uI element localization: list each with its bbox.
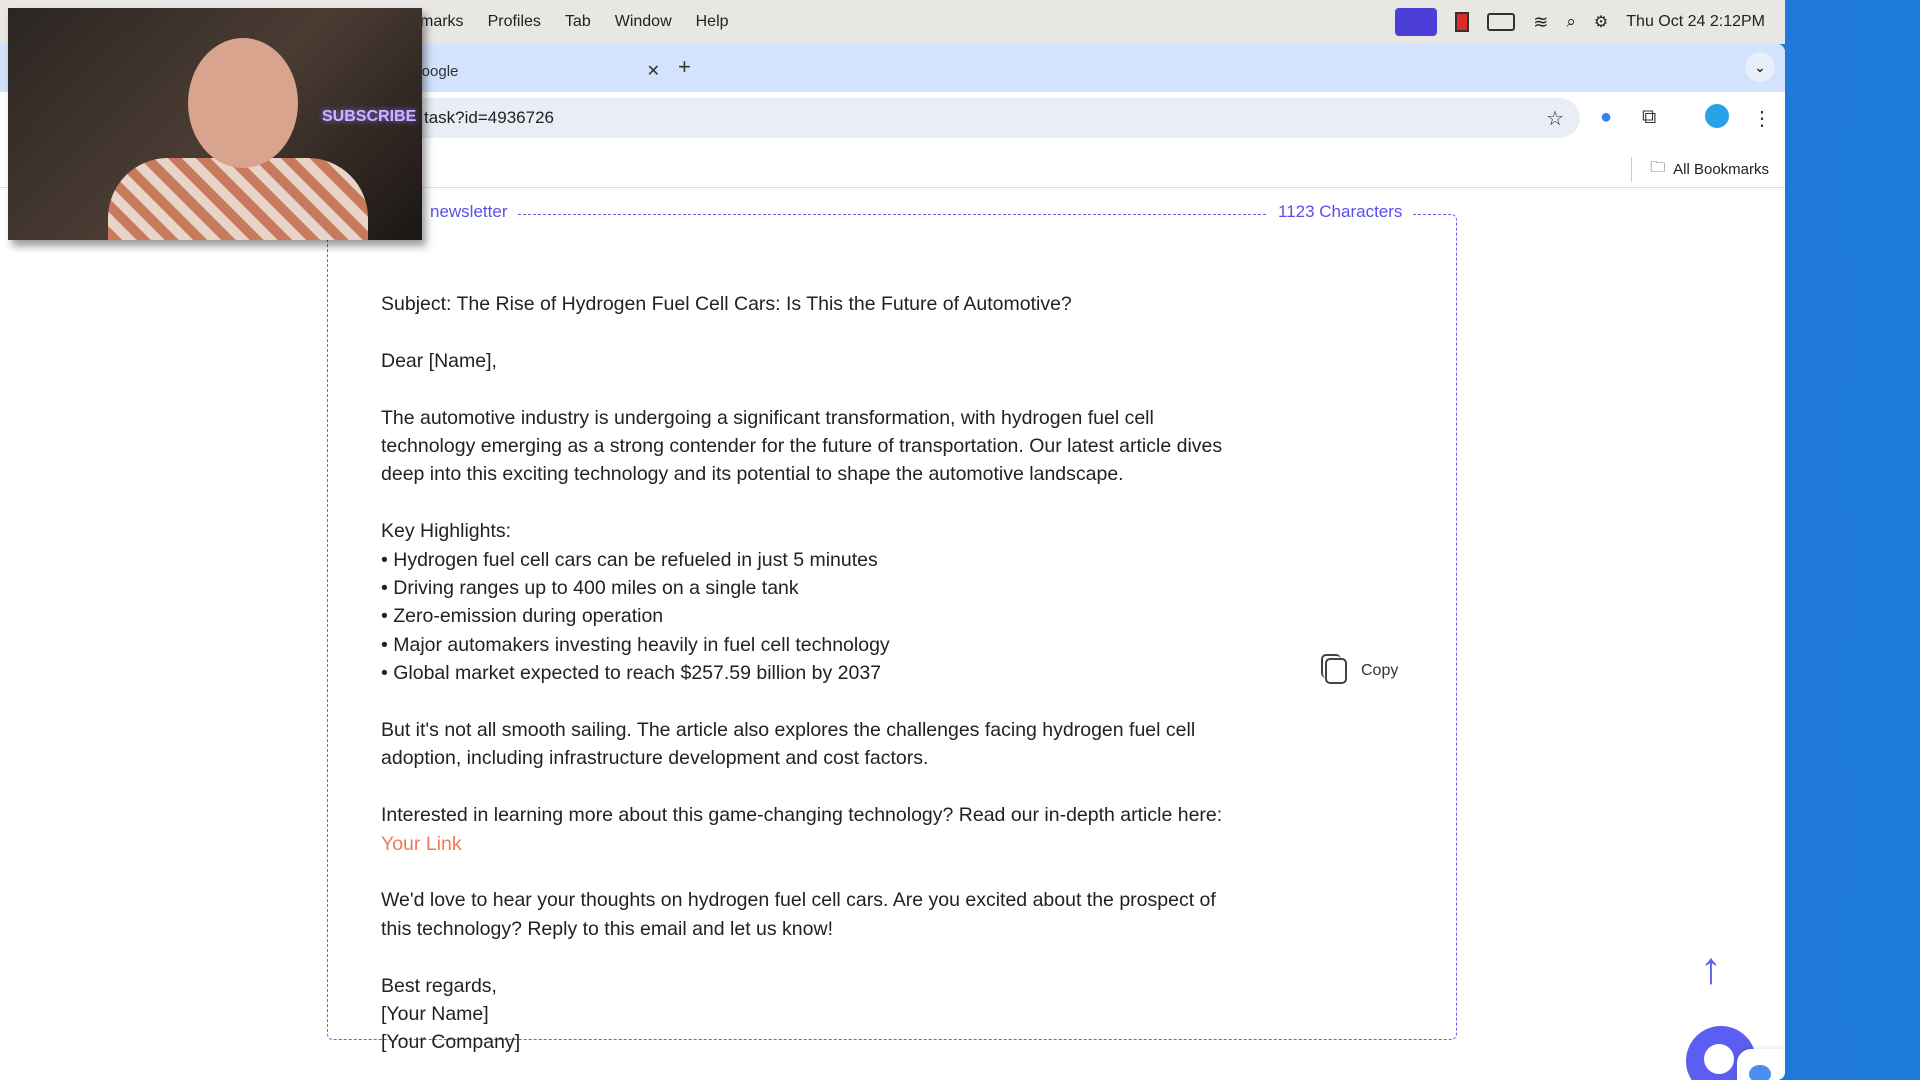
tab-search-chevron-icon[interactable]: ⌄: [1745, 52, 1775, 82]
screen-share-icon[interactable]: [1395, 8, 1438, 36]
webcam-overlay: SUBSCRIBE: [8, 8, 422, 240]
character-count: 1123 Characters: [1268, 202, 1413, 222]
new-tab-button[interactable]: +: [678, 54, 691, 80]
presenter-shirt: [108, 158, 368, 240]
card-label: newsletter: [420, 202, 518, 222]
menu-help[interactable]: Help: [696, 13, 729, 31]
signoff: Best regards, [Your Name] [Your Company]: [381, 972, 1231, 1057]
highlight-item: • Driving ranges up to 400 miles on a si…: [381, 577, 799, 600]
all-bookmarks-label: All Bookmarks: [1673, 161, 1769, 178]
battery-icon[interactable]: [1487, 13, 1516, 31]
greeting: Dear [Name],: [381, 349, 497, 372]
scroll-to-top-arrow-icon[interactable]: ↑: [1700, 944, 1722, 994]
recording-icon[interactable]: [1455, 12, 1470, 32]
feedback-paragraph: We'd love to hear your thoughts on hydro…: [381, 889, 1216, 940]
profile-avatar[interactable]: [1705, 104, 1729, 128]
copy-label: Copy: [1361, 662, 1399, 679]
menu-tab[interactable]: Tab: [565, 13, 591, 31]
copy-button[interactable]: Copy: [1321, 654, 1399, 684]
tab-google[interactable]: Google ✕: [410, 50, 660, 92]
clock[interactable]: Thu Oct 24 2:12PM: [1626, 13, 1765, 31]
highlight-item: • Global market expected to reach $257.5…: [381, 662, 882, 685]
presenter-face: [188, 38, 298, 168]
subscribe-neon-sign: SUBSCRIBE: [322, 108, 417, 125]
menu-profiles[interactable]: Profiles: [488, 13, 541, 31]
cta-text: Interested in learning more about this g…: [381, 804, 1223, 827]
highlights-title: Key Highlights:: [381, 520, 512, 543]
url-text[interactable]: task?id=4936726: [424, 108, 554, 128]
chat-extension-icon[interactable]: [1737, 1049, 1785, 1080]
highlight-item: • Zero-emission during operation: [381, 605, 664, 628]
copy-icon: [1321, 654, 1347, 684]
extension-icon-blue[interactable]: ●: [1600, 106, 1612, 129]
highlight-item: • Hydrogen fuel cell cars can be refuele…: [381, 548, 878, 571]
article-link[interactable]: Your Link: [381, 833, 462, 855]
signoff-line: Best regards,: [381, 974, 497, 997]
search-icon[interactable]: ⌕: [1566, 12, 1576, 32]
signoff-company: [Your Company]: [381, 1031, 521, 1054]
menu-window[interactable]: Window: [615, 13, 672, 31]
cta-paragraph: Interested in learning more about this g…: [381, 801, 1231, 858]
signoff-name: [Your Name]: [381, 1003, 489, 1026]
address-bar[interactable]: task?id=4936726 ☆: [400, 98, 1580, 138]
intro-paragraph: The automotive industry is undergoing a …: [381, 406, 1223, 486]
menu-bookmarks[interactable]: marks: [420, 13, 464, 31]
more-menu-icon[interactable]: ⋮: [1752, 106, 1772, 131]
folder-icon: 🗀: [1650, 159, 1666, 176]
newsletter-text[interactable]: Subject: The Rise of Hydrogen Fuel Cell …: [381, 290, 1231, 1080]
highlight-item: • Major automakers investing heavily in …: [381, 633, 890, 656]
all-bookmarks-button[interactable]: 🗀 All Bookmarks: [1631, 157, 1769, 182]
subject-line: Subject: The Rise of Hydrogen Fuel Cell …: [381, 293, 1072, 315]
wifi-icon[interactable]: ≋: [1533, 12, 1548, 33]
bookmark-star-icon[interactable]: ☆: [1546, 106, 1564, 131]
control-center-icon[interactable]: ⚙: [1594, 12, 1608, 32]
extensions-puzzle-icon[interactable]: ⧉: [1642, 106, 1656, 129]
highlights: Key Highlights: • Hydrogen fuel cell car…: [381, 517, 1231, 687]
close-tab-icon[interactable]: ✕: [647, 61, 660, 81]
challenges-paragraph: But it's not all smooth sailing. The art…: [381, 719, 1196, 770]
